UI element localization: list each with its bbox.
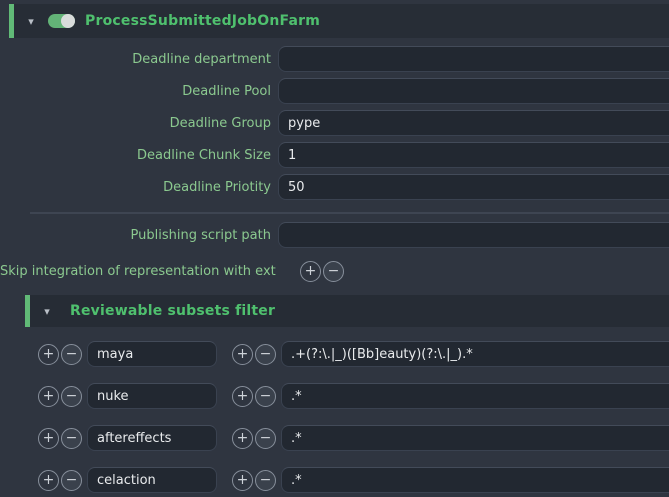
deadline-group-input[interactable] xyxy=(278,110,669,136)
publishing-script-path-input[interactable] xyxy=(278,222,669,248)
form-row-deadline-department: Deadline department xyxy=(0,46,669,72)
collapse-arrow-icon[interactable]: ▾ xyxy=(14,16,40,27)
form-row-deadline-priority: Deadline Priotity xyxy=(0,174,669,200)
field-label: Deadline Group xyxy=(0,116,278,131)
form-row-deadline-chunk-size: Deadline Chunk Size xyxy=(0,142,669,168)
add-item-button[interactable]: + xyxy=(300,261,321,282)
filter-key-input[interactable] xyxy=(87,383,217,409)
remove-pattern-button[interactable]: − xyxy=(255,470,276,491)
filter-pattern-input[interactable] xyxy=(281,383,669,409)
deadline-pool-input[interactable] xyxy=(278,78,669,104)
remove-row-button[interactable]: − xyxy=(61,386,82,407)
plugin-enabled-toggle[interactable] xyxy=(48,14,75,28)
filter-key-input[interactable] xyxy=(87,341,217,367)
add-pattern-button[interactable]: + xyxy=(232,344,253,365)
deadline-priority-input[interactable] xyxy=(278,174,669,200)
filter-row-aftereffects: + − + − xyxy=(0,426,669,450)
filter-key-input[interactable] xyxy=(87,425,217,451)
remove-row-button[interactable]: − xyxy=(61,470,82,491)
remove-pattern-button[interactable]: − xyxy=(255,344,276,365)
remove-row-button[interactable]: − xyxy=(61,428,82,449)
form-row-deadline-pool: Deadline Pool xyxy=(0,78,669,104)
settings-page: ▾ ProcessSubmittedJobOnFarm Deadline dep… xyxy=(0,0,669,497)
field-label: Skip integration of representation with … xyxy=(0,264,278,279)
remove-pattern-button[interactable]: − xyxy=(255,386,276,407)
plugin-form: Deadline department Deadline Pool Deadli… xyxy=(0,46,669,283)
add-pattern-button[interactable]: + xyxy=(232,470,253,491)
add-row-button[interactable]: + xyxy=(38,344,59,365)
field-label: Publishing script path xyxy=(0,228,278,243)
form-row-deadline-group: Deadline Group xyxy=(0,110,669,136)
collapse-arrow-icon[interactable]: ▾ xyxy=(30,306,56,317)
pattern-group: + − xyxy=(232,428,276,449)
remove-item-button[interactable]: − xyxy=(323,261,344,282)
pattern-group: + − xyxy=(232,344,276,365)
toggle-knob xyxy=(61,14,75,28)
filter-row-celaction: + − + − xyxy=(0,468,669,492)
plugin-header[interactable]: ▾ ProcessSubmittedJobOnFarm xyxy=(9,4,669,38)
filter-key-input[interactable] xyxy=(87,467,217,493)
reviewable-filter-header[interactable]: ▾ Reviewable subsets filter xyxy=(25,295,669,327)
filter-row-maya: + − + − xyxy=(0,342,669,366)
add-row-button[interactable]: + xyxy=(38,428,59,449)
add-pattern-button[interactable]: + xyxy=(232,386,253,407)
divider xyxy=(30,212,669,214)
remove-row-button[interactable]: − xyxy=(61,344,82,365)
filter-pattern-input[interactable] xyxy=(281,341,669,367)
skip-integration-row: Skip integration of representation with … xyxy=(0,259,669,283)
filter-pattern-input[interactable] xyxy=(281,425,669,451)
filter-row-nuke: + − + − xyxy=(0,384,669,408)
filter-rows: + − + − + − + − + − xyxy=(0,342,669,492)
field-label: Deadline Chunk Size xyxy=(0,148,278,163)
filter-pattern-input[interactable] xyxy=(281,467,669,493)
section-title: Reviewable subsets filter xyxy=(70,303,275,319)
field-label: Deadline Pool xyxy=(0,84,278,99)
deadline-department-input[interactable] xyxy=(278,46,669,72)
pattern-group: + − xyxy=(232,470,276,491)
field-label: Deadline Priotity xyxy=(0,180,278,195)
pattern-group: + − xyxy=(232,386,276,407)
add-pattern-button[interactable]: + xyxy=(232,428,253,449)
plugin-title: ProcessSubmittedJobOnFarm xyxy=(85,13,320,29)
add-row-button[interactable]: + xyxy=(38,470,59,491)
remove-pattern-button[interactable]: − xyxy=(255,428,276,449)
form-row-publishing-script-path: Publishing script path xyxy=(0,222,669,248)
deadline-chunk-size-input[interactable] xyxy=(278,142,669,168)
add-row-button[interactable]: + xyxy=(38,386,59,407)
field-label: Deadline department xyxy=(0,52,278,67)
